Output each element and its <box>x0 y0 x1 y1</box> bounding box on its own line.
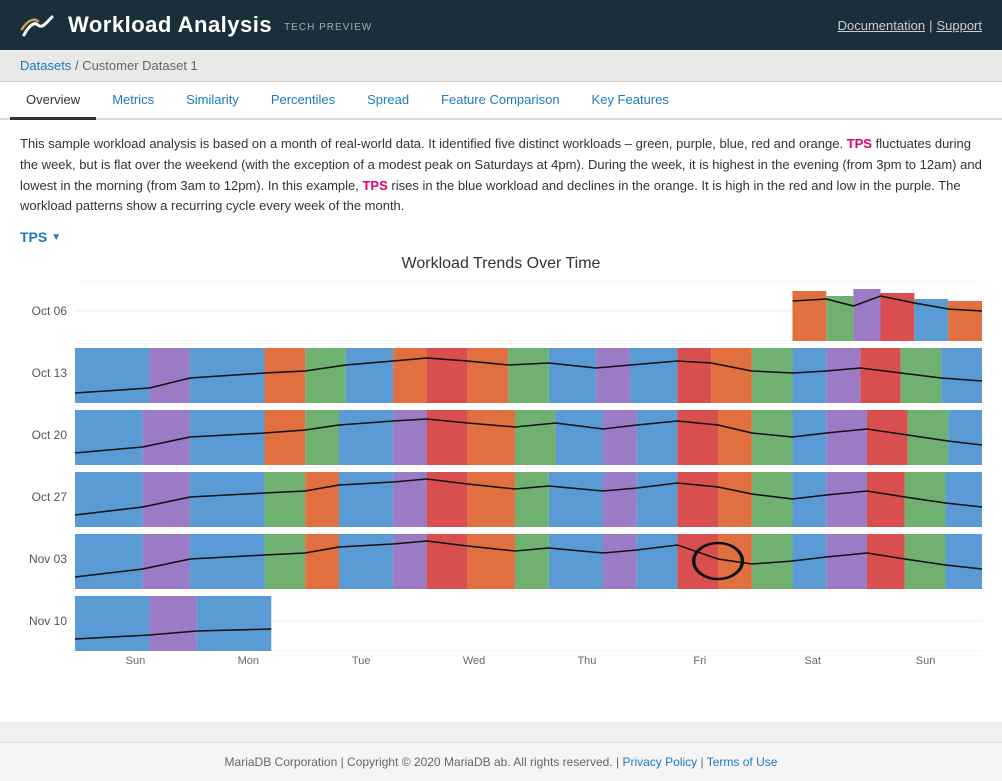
app-title: Workload Analysis <box>68 12 272 38</box>
tech-preview-badge: TECH PREVIEW <box>284 22 372 33</box>
chart-title: Workload Trends Over Time <box>20 255 982 273</box>
chart-row-nov03: Nov 03 <box>20 529 982 589</box>
tps-highlight-1: TPS <box>847 136 872 151</box>
chart-row-oct27: Oct 27 <box>20 467 982 527</box>
tps-dropdown-arrow: ▼ <box>51 232 61 243</box>
header-right: Documentation | Support <box>838 18 982 33</box>
tab-similarity[interactable]: Similarity <box>170 82 255 120</box>
row-chart-oct27 <box>75 467 982 527</box>
tab-percentiles[interactable]: Percentiles <box>255 82 351 120</box>
mariadb-logo-icon <box>20 7 56 43</box>
chart-area: Oct 06 10 5 0 <box>20 281 982 667</box>
tab-feature-comparison[interactable]: Feature Comparison <box>425 82 576 120</box>
privacy-policy-link[interactable]: Privacy Policy <box>622 755 697 769</box>
x-label-sun2: Sun <box>869 655 982 667</box>
tps-dropdown-label: TPS <box>20 229 47 245</box>
row-chart-nov03: TPS 07-Nov-19 03:39 5.7 <box>75 529 982 589</box>
row-label-oct13: Oct 13 <box>20 366 75 380</box>
row-label-oct06: Oct 06 <box>20 304 75 318</box>
tps-dropdown[interactable]: TPS ▼ <box>20 229 61 245</box>
row-chart-oct20 <box>75 405 982 465</box>
documentation-link[interactable]: Documentation <box>838 18 925 33</box>
breadcrumb: Datasets / Customer Dataset 1 <box>0 50 1002 82</box>
x-label-tue: Tue <box>305 655 418 667</box>
x-label-wed: Wed <box>418 655 531 667</box>
tab-key-features[interactable]: Key Features <box>576 82 685 120</box>
header-left: Workload Analysis TECH PREVIEW <box>20 7 372 43</box>
app-header: Workload Analysis TECH PREVIEW Documenta… <box>0 0 1002 50</box>
x-label-thu: Thu <box>531 655 644 667</box>
row-label-oct20: Oct 20 <box>20 428 75 442</box>
chart-row-oct20: Oct 20 <box>20 405 982 465</box>
x-label-fri: Fri <box>643 655 756 667</box>
tab-overview[interactable]: Overview <box>10 82 96 120</box>
tps-highlight-2: TPS <box>362 178 387 193</box>
row-label-nov10: Nov 10 <box>20 614 75 628</box>
breadcrumb-current: Customer Dataset 1 <box>82 58 198 73</box>
terms-of-use-link[interactable]: Terms of Use <box>707 755 778 769</box>
footer: MariaDB Corporation | Copyright © 2020 M… <box>0 742 1002 781</box>
tab-spread[interactable]: Spread <box>351 82 425 120</box>
support-link[interactable]: Support <box>936 18 982 33</box>
row-label-nov03: Nov 03 <box>20 552 75 566</box>
x-label-sat: Sat <box>756 655 869 667</box>
main-content: Overview Metrics Similarity Percentiles … <box>0 82 1002 722</box>
footer-copyright: MariaDB Corporation | Copyright © 2020 M… <box>225 755 620 769</box>
breadcrumb-separator: / <box>75 58 79 73</box>
chart-row-nov10: Nov 10 <box>20 591 982 651</box>
tab-bar: Overview Metrics Similarity Percentiles … <box>0 82 1002 120</box>
row-label-oct27: Oct 27 <box>20 490 75 504</box>
logo <box>20 7 56 43</box>
content-area: This sample workload analysis is based o… <box>0 120 1002 677</box>
chart-rows: Oct 06 10 5 0 <box>20 281 982 667</box>
tab-metrics[interactable]: Metrics <box>96 82 170 120</box>
chart-row-oct06: Oct 06 10 5 0 <box>20 281 982 341</box>
chart-row-oct13: Oct 13 <box>20 343 982 403</box>
row-chart-oct06: 10 5 0 <box>75 281 982 341</box>
x-label-sun1: Sun <box>79 655 192 667</box>
x-axis: Sun Mon Tue Wed Thu Fri Sat Sun <box>75 655 982 667</box>
datasets-breadcrumb-link[interactable]: Datasets <box>20 58 71 73</box>
chart-container: Workload Trends Over Time Oct 06 10 <box>20 255 982 667</box>
row-chart-nov10 <box>75 591 982 651</box>
x-label-mon: Mon <box>192 655 305 667</box>
footer-sep: | <box>701 755 704 769</box>
description-text: This sample workload analysis is based o… <box>20 134 982 217</box>
row-chart-oct13 <box>75 343 982 403</box>
